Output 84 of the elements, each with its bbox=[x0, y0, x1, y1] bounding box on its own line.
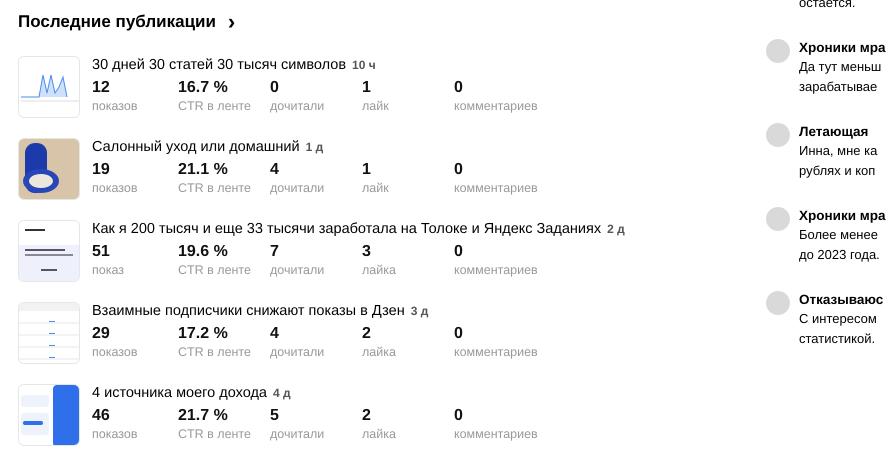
comment-text: рублях и коп bbox=[799, 162, 876, 180]
stat-label: дочитали bbox=[270, 180, 326, 196]
stat-value: 51 bbox=[92, 242, 111, 262]
publication-title[interactable]: Салонный уход или домашний bbox=[92, 139, 300, 155]
avatar-icon bbox=[766, 123, 790, 147]
publication-age: 3 д bbox=[410, 304, 428, 318]
stat-label: лайка bbox=[362, 344, 397, 360]
chevron-link[interactable]: › bbox=[228, 12, 236, 32]
stat-value: 7 bbox=[270, 242, 280, 262]
stat-value: 29 bbox=[92, 324, 111, 344]
stat-value: 0 bbox=[454, 242, 464, 262]
comment-text: С интересом bbox=[799, 310, 878, 328]
table-thumbnail[interactable] bbox=[18, 302, 80, 364]
stat-value: 0 bbox=[454, 406, 464, 426]
publication-age: 2 д bbox=[607, 222, 625, 236]
stat-label: лайка bbox=[362, 426, 397, 442]
comment-author[interactable]: Хроники мра bbox=[799, 207, 886, 225]
comment-text: остается. bbox=[799, 0, 857, 12]
section-title: Последние публикации bbox=[18, 11, 216, 33]
stat-value: 21.7 % bbox=[178, 406, 229, 426]
photo-placeholder[interactable] bbox=[18, 138, 80, 200]
stat-label: лайк bbox=[362, 180, 390, 196]
stat-value: 0 bbox=[454, 160, 464, 180]
stat-value: 4 bbox=[270, 160, 280, 180]
publication-age: 10 ч bbox=[352, 58, 376, 72]
comment-author[interactable]: Хроники мра bbox=[799, 39, 886, 57]
stat-label: комментариев bbox=[454, 98, 539, 114]
stat-value: 5 bbox=[270, 406, 280, 426]
stat-label: CTR в ленте bbox=[178, 262, 252, 278]
stat-label: CTR в ленте bbox=[178, 180, 252, 196]
stat-label: дочитали bbox=[270, 98, 326, 114]
comment-text: до 2023 года. bbox=[799, 246, 881, 264]
stat-value: 1 bbox=[362, 78, 372, 98]
stat-label: комментариев bbox=[454, 262, 539, 278]
stat-label: показов bbox=[92, 98, 138, 114]
stat-label: комментариев bbox=[454, 180, 539, 196]
stat-value: 46 bbox=[92, 406, 111, 426]
stat-value: 19.6 % bbox=[178, 242, 229, 262]
avatar-icon bbox=[766, 291, 790, 315]
stat-value: 2 bbox=[362, 324, 372, 344]
stat-value: 0 bbox=[454, 324, 464, 344]
stat-label: лайка bbox=[362, 262, 397, 278]
stat-value: 3 bbox=[362, 242, 372, 262]
stat-label: лайк bbox=[362, 98, 390, 114]
stat-value: 12 bbox=[92, 78, 111, 98]
stat-label: комментариев bbox=[454, 344, 539, 360]
avatar-icon bbox=[766, 207, 790, 231]
comment-text: статистикой. bbox=[799, 330, 876, 348]
publication-title[interactable]: 4 источника моего дохода bbox=[92, 385, 267, 401]
publication-title[interactable]: Как я 200 тысяч и еще 33 тысячи заработала на Толоке и Яндекс Заданиях bbox=[92, 221, 602, 237]
screenshot-thumbnail[interactable] bbox=[18, 220, 80, 282]
stat-value: 4 bbox=[270, 324, 280, 344]
app-screenshot-thumbnail[interactable] bbox=[18, 384, 80, 446]
stat-label: показов bbox=[92, 426, 138, 442]
comment-text: зарабатывае bbox=[799, 78, 878, 96]
stat-value: 0 bbox=[454, 78, 464, 98]
comment-author[interactable]: Летающая bbox=[799, 123, 878, 141]
comment-text: Более менее bbox=[799, 226, 879, 244]
stat-label: комментариев bbox=[454, 426, 539, 442]
publication-age: 1 д bbox=[306, 140, 324, 154]
stat-value: 17.2 % bbox=[178, 324, 229, 344]
publication-title[interactable]: 30 дней 30 статей 30 тысяч символов bbox=[92, 57, 346, 73]
stat-label: CTR в ленте bbox=[178, 426, 252, 442]
comment-text: Инна, мне ка bbox=[799, 142, 878, 160]
stat-label: показов bbox=[92, 180, 138, 196]
publication-title[interactable]: Взаимные подписчики снижают показы в Дзен bbox=[92, 303, 405, 319]
stat-label: показ bbox=[92, 262, 126, 278]
stat-value: 1 bbox=[362, 160, 372, 180]
publication-age: 4 д bbox=[272, 386, 291, 400]
stat-value: 0 bbox=[270, 78, 280, 98]
stat-value: 16.7 % bbox=[178, 78, 229, 98]
stat-label: показов bbox=[92, 344, 138, 360]
chart-thumbnail[interactable] bbox=[18, 56, 80, 118]
stat-label: дочитали bbox=[270, 344, 326, 360]
stat-value: 19 bbox=[92, 160, 111, 180]
comment-text: Да тут меньш bbox=[799, 58, 882, 76]
avatar-icon bbox=[766, 39, 790, 63]
comment-author[interactable]: Отказываюс bbox=[799, 291, 884, 309]
stat-label: CTR в ленте bbox=[178, 344, 252, 360]
stat-value: 2 bbox=[362, 406, 372, 426]
stat-label: дочитали bbox=[270, 262, 326, 278]
stat-label: CTR в ленте bbox=[178, 98, 252, 114]
stat-label: дочитали bbox=[270, 426, 326, 442]
stat-value: 21.1 % bbox=[178, 160, 229, 180]
